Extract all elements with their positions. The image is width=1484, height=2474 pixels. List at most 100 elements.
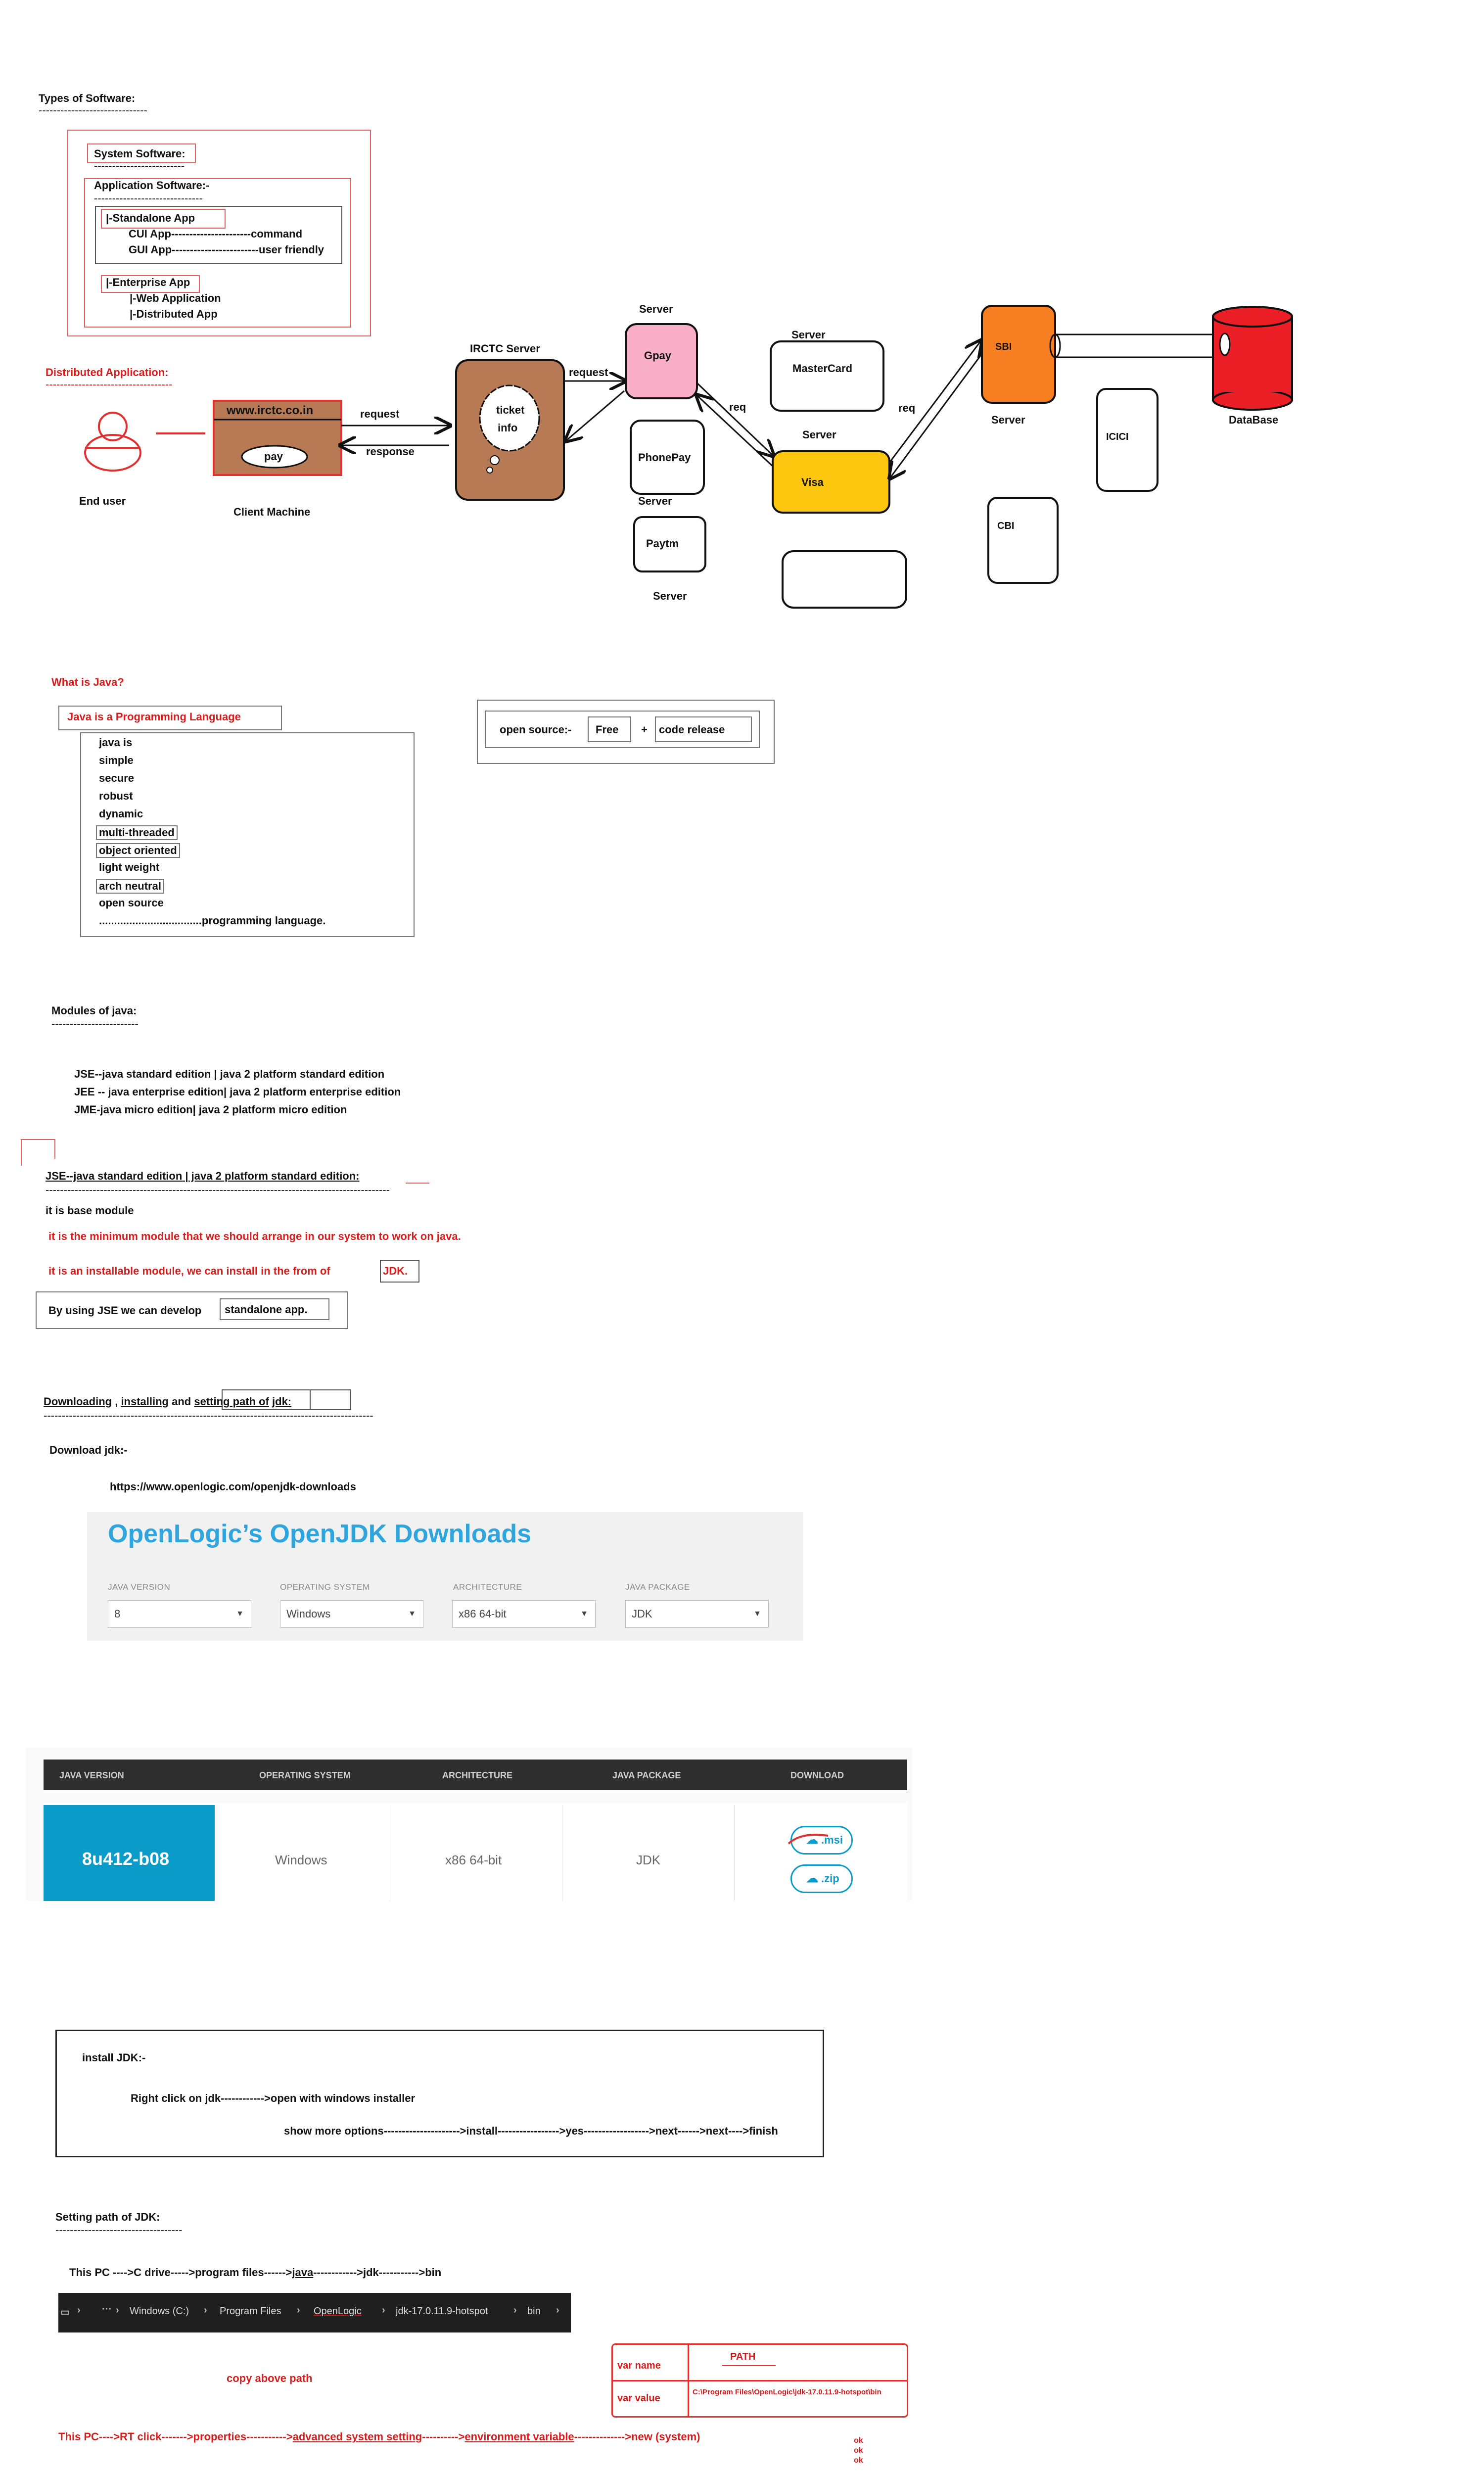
gpay-label: Gpay: [644, 349, 672, 362]
mastercard-box: [770, 340, 884, 412]
icici-label: ICICI: [1106, 431, 1129, 442]
download-url[interactable]: https://www.openlogic.com/openjdk-downlo…: [110, 1480, 356, 1493]
chevron-down-icon: ▼: [236, 1610, 244, 1618]
var-value-value[interactable]: C:\Program Files\OpenLogic\jdk-17.0.11.9…: [693, 2388, 881, 2396]
label-architecture: ARCHITECTURE: [453, 1582, 522, 1592]
chevron-right-icon: ›: [556, 2305, 559, 2316]
java-title: What is Java?: [51, 676, 124, 688]
database-label: DataBase: [1229, 414, 1279, 426]
sbi-box: [981, 305, 1056, 404]
visa-box: [772, 450, 890, 514]
pkg-value: JDK: [636, 1853, 661, 1867]
types-title: Types of Software:: [39, 92, 136, 104]
module-jme: JME-java micro edition| java 2 platform …: [74, 1103, 347, 1116]
mastercard-label: MasterCard: [792, 362, 853, 375]
select-java-version[interactable]: 8 ▼: [108, 1600, 251, 1628]
modules-title: Modules of java:: [51, 1004, 137, 1017]
path-title: Setting path of JDK:: [55, 2211, 160, 2223]
var-name-label: var name: [617, 2360, 661, 2371]
chevron-right-icon: ›: [513, 2305, 517, 2316]
application-software: Application Software:-: [94, 179, 210, 191]
path-dashes: -----------------------------------: [55, 2224, 183, 2236]
select-java-package[interactable]: JDK ▼: [625, 1600, 769, 1628]
mastercard-server-label: Server: [791, 329, 826, 341]
ok-3: ok: [854, 2456, 863, 2465]
th-download: DOWNLOAD: [790, 1770, 844, 1780]
open-source-label: open source:-: [500, 723, 572, 736]
client-machine-label: Client Machine: [233, 506, 311, 518]
end-user-label: End user: [79, 495, 126, 507]
crumb-openlogic[interactable]: OpenLogic: [314, 2306, 362, 2317]
th-operating-system: OPERATING SYSTEM: [259, 1770, 351, 1780]
download-dashes: ----------------------------------------…: [44, 1409, 373, 1422]
label-java-package: JAVA PACKAGE: [625, 1582, 690, 1592]
java-feature-item: secure: [99, 772, 134, 784]
java-feature-item: java is: [99, 736, 133, 749]
java-feature-item: arch neutral: [96, 879, 164, 894]
crumb-jdk[interactable]: jdk-17.0.11.9-hotspot: [396, 2306, 488, 2317]
req-label-2: req: [898, 402, 916, 414]
copy-path: copy above path: [227, 2372, 313, 2384]
phonepay-label: PhonePay: [638, 451, 691, 464]
info-label: info: [498, 422, 518, 434]
select-operating-system[interactable]: Windows ▼: [280, 1600, 423, 1628]
var-value-label: var value: [617, 2393, 660, 2404]
plus-label: +: [641, 723, 648, 736]
chevron-right-icon: ›: [77, 2305, 81, 2316]
select-architecture[interactable]: x86 64-bit ▼: [452, 1600, 596, 1628]
java-feature-item: multi-threaded: [96, 825, 178, 840]
ok-1: ok: [854, 2436, 863, 2445]
install-line2: show more options--------------------->i…: [284, 2125, 778, 2137]
request-label: request: [360, 408, 400, 420]
chevron-down-icon: ▼: [753, 1610, 761, 1618]
types-dashes: ------------------------------: [39, 104, 147, 116]
cbi-label: CBI: [997, 521, 1015, 531]
crumb-program-files[interactable]: Program Files: [220, 2306, 281, 2317]
jse-develop: By using JSE we can develop: [48, 1304, 202, 1317]
pay-label[interactable]: pay: [264, 450, 283, 463]
jse-standalone: standalone app.: [225, 1303, 308, 1316]
java-feature-item: object oriented: [96, 843, 180, 858]
java-feature-item: open source: [99, 897, 164, 909]
module-jee: JEE -- java enterprise edition| java 2 p…: [74, 1086, 401, 1098]
zip-label: .zip: [821, 1872, 839, 1885]
version-value: 8u412-b08: [82, 1849, 170, 1869]
java-feature-item: light weight: [99, 861, 160, 873]
gui-app: GUI App------------------------user frie…: [129, 243, 325, 256]
monitor-icon: ▭: [60, 2307, 70, 2318]
cloud-download-icon: ☁: [806, 1872, 818, 1885]
jse-dashes: ----------------------------------------…: [46, 1184, 390, 1196]
jse-base: it is base module: [46, 1204, 134, 1217]
user-icon: [84, 412, 141, 472]
java-feature-item: dynamic: [99, 808, 143, 820]
label-operating-system: OPERATING SYSTEM: [280, 1582, 370, 1592]
crumb-bin[interactable]: bin: [527, 2306, 541, 2317]
paytm-label: Paytm: [646, 537, 679, 550]
standalone-app: |-Standalone App: [106, 212, 195, 224]
crumb-windows-c[interactable]: Windows (C:): [130, 2306, 189, 2317]
chevron-down-icon: ▼: [580, 1610, 588, 1618]
red-check-mark: [788, 1834, 829, 1845]
cui-app: CUI App----------------------command: [129, 228, 303, 240]
th-architecture: ARCHITECTURE: [442, 1770, 512, 1780]
env-var-steps: This PC---->RT click------->properties--…: [58, 2430, 700, 2443]
java-is-lang: Java is a Programming Language: [67, 711, 241, 723]
module-jse: JSE--java standard edition | java 2 plat…: [74, 1068, 385, 1080]
label-java-version: JAVA VERSION: [108, 1582, 171, 1592]
phonepay-server-label: Server: [638, 495, 672, 507]
java-feature-item: robust: [99, 790, 133, 802]
install-line1: Right click on jdk------------>open with…: [131, 2092, 416, 2104]
free-label: Free: [596, 723, 619, 736]
jse-installable: it is an installable module, we can inst…: [48, 1265, 330, 1277]
th-java-version: JAVA VERSION: [59, 1770, 124, 1780]
arch-value: x86 64-bit: [445, 1853, 502, 1867]
java-feature-item: simple: [99, 754, 134, 766]
irctc-server-label: IRCTC Server: [470, 342, 540, 355]
var-name-value[interactable]: PATH: [730, 2351, 755, 2363]
gpay-server-label: Server: [639, 303, 673, 315]
database-cylinder: [1212, 306, 1293, 411]
ok-2: ok: [854, 2446, 863, 2455]
cbi-box: [987, 497, 1059, 584]
jdk-word-box: [310, 1389, 351, 1410]
chevron-right-icon: ›: [297, 2305, 300, 2316]
